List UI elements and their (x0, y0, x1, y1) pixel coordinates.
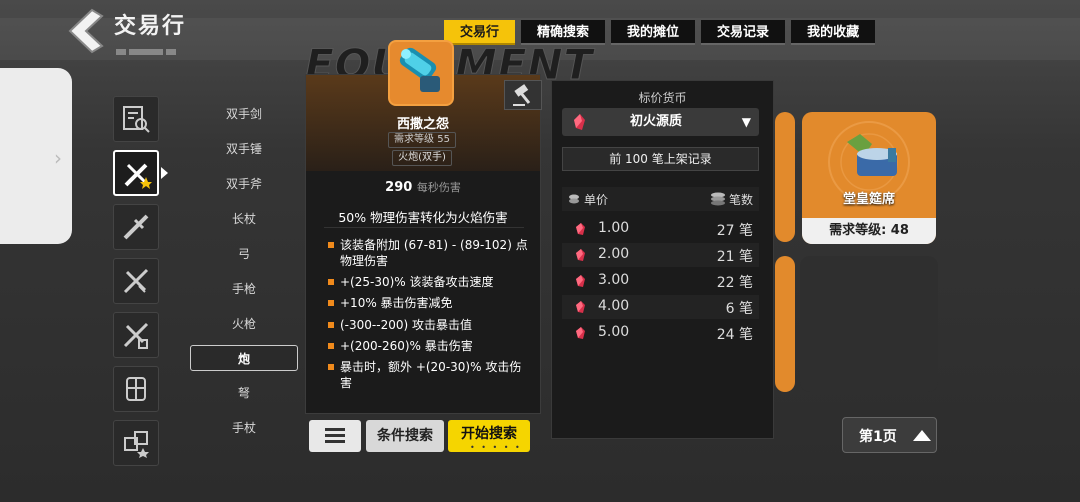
back-button[interactable] (62, 6, 106, 56)
item-required-level: 需求等级 55 (388, 132, 456, 148)
item-card-partial[interactable] (775, 112, 795, 242)
price-row[interactable]: 3.00 22 笔 (562, 269, 759, 293)
price-row[interactable]: 2.00 21 笔 (562, 243, 759, 267)
ember-gem-icon (576, 327, 585, 339)
coin-stack-icon (569, 194, 579, 204)
menu-button[interactable] (309, 420, 361, 452)
row-count: 24 笔 (716, 327, 753, 343)
category-two-handed-weapon-icon[interactable] (113, 150, 159, 196)
damage-conversion: 50% 物理伤害转化为火焰伤害 (338, 210, 508, 225)
category-search-icon[interactable] (113, 96, 159, 142)
item-dps: 290 每秒伤害 (306, 179, 540, 195)
page-selector-button[interactable]: 第1页 (842, 417, 937, 453)
weapon-type-wand[interactable]: 手杖 (190, 415, 298, 441)
row-count: 6 笔 (725, 301, 753, 317)
affix-line: 暴击时，额外 +(20-30)% 攻击伤害 (328, 359, 528, 391)
active-category-pointer (161, 167, 168, 179)
category-ranged-weapon-icon[interactable] (113, 258, 159, 304)
affix-line: +(25-30)% 该装备攻击速度 (328, 274, 528, 290)
price-panel-title: 标价货币 (638, 91, 687, 105)
empty-item-slot (800, 256, 938, 392)
weapon-type-bow[interactable]: 弓 (190, 241, 298, 267)
category-one-handed-weapon-icon[interactable] (113, 204, 159, 250)
tab-trading[interactable]: 交易行 (444, 20, 516, 45)
item-thumbnail (388, 40, 454, 106)
affix-line: 该装备附加 (67-81) - (89-102) 点物理伤害 (328, 237, 528, 269)
top-tabs: 交易行 精确搜索 我的摊位 交易记录 我的收藏 (444, 20, 876, 45)
gavel-icon (513, 84, 531, 106)
item-card-partial[interactable] (775, 256, 795, 392)
ember-gem-icon (576, 249, 585, 261)
tab-my-stall[interactable]: 我的摊位 (611, 20, 696, 45)
card-required-level: 需求等级: 48 (802, 218, 936, 244)
row-price: 4.00 (598, 298, 630, 314)
page-label: 第1页 (859, 429, 897, 445)
dps-unit: 每秒伤害 (416, 181, 461, 194)
item-name: 西撒之怨 (396, 117, 449, 132)
price-panel: 标价货币 初火源质 ▼ 前 100 笔上架记录 单价 笔数 1.00 27 笔 … (551, 80, 774, 439)
page-title: 交易行 (114, 14, 187, 39)
tooltip-divider (324, 227, 524, 228)
tab-trade-records[interactable]: 交易记录 (701, 20, 786, 45)
row-count: 27 笔 (716, 223, 753, 239)
ember-gem-icon (576, 223, 585, 235)
affix-line: +10% 暴击伤害减免 (328, 295, 528, 311)
tab-precise-search[interactable]: 精确搜索 (521, 20, 606, 45)
currency-label: 初火源质 (630, 114, 683, 129)
price-table-header: 单价 笔数 (562, 187, 759, 211)
expand-chevron-icon[interactable]: › (54, 146, 62, 170)
weapon-type-pistol[interactable]: 手枪 (190, 276, 298, 302)
price-row[interactable]: 4.00 6 笔 (562, 295, 759, 319)
item-tooltip: 西撒之怨 需求等级 55 火炮(双手) 290 每秒伤害 50% 物理伤害转化为… (305, 74, 541, 414)
row-count: 22 笔 (716, 275, 753, 291)
ember-gem-icon (576, 301, 585, 313)
weapon-type-two-handed-axe[interactable]: 双手斧 (190, 171, 298, 197)
page-up-triangle-icon (913, 430, 931, 441)
dropdown-caret-icon: ▼ (741, 115, 751, 129)
category-accessory-icon[interactable] (113, 420, 159, 466)
hamburger-icon (325, 428, 345, 443)
row-count: 21 笔 (716, 249, 753, 265)
row-price: 1.00 (598, 220, 630, 236)
price-row[interactable]: 1.00 27 笔 (562, 217, 759, 241)
category-offhand-icon[interactable] (113, 312, 159, 358)
weapon-type-two-handed-sword[interactable]: 双手剑 (190, 101, 298, 127)
weapon-type-staff[interactable]: 长杖 (190, 206, 298, 232)
auction-hammer-button[interactable] (504, 80, 542, 110)
row-price: 2.00 (598, 246, 630, 262)
recent-listings-button[interactable]: 前 100 笔上架记录 (562, 147, 759, 171)
item-type: 火炮(双手) (392, 150, 452, 166)
currency-dropdown[interactable]: 初火源质 ▼ (562, 108, 759, 136)
column-listing-count: 笔数 (728, 193, 753, 207)
back-arrow-icon (68, 8, 104, 54)
item-card[interactable]: 堂皇筵席 需求等级: 48 (802, 112, 936, 244)
affix-line: (-300--200) 攻击暴击值 (328, 317, 528, 333)
weapon-type-cannon[interactable]: 炮 (190, 345, 298, 371)
row-price: 3.00 (598, 272, 630, 288)
card-item-name: 堂皇筵席 (842, 192, 895, 207)
dps-value: 290 (385, 180, 413, 195)
weapon-type-two-handed-hammer[interactable]: 双手锤 (190, 136, 298, 162)
search-button-dots: • • • • • (470, 443, 522, 452)
ember-gem-icon (576, 275, 585, 287)
price-row[interactable]: 5.00 24 笔 (562, 321, 759, 345)
weapon-type-musket[interactable]: 火枪 (190, 311, 298, 337)
category-armor-icon[interactable] (113, 366, 159, 412)
tab-favorites[interactable]: 我的收藏 (791, 20, 876, 45)
column-unit-price: 单价 (584, 193, 609, 207)
filter-search-button[interactable]: 条件搜索 (366, 420, 444, 452)
ember-gem-icon (574, 114, 585, 130)
weapon-type-crossbow[interactable]: 弩 (190, 380, 298, 406)
affix-line: +(200-260)% 暴击伤害 (328, 338, 528, 354)
cannon-icon (399, 47, 440, 92)
stack-icon (711, 192, 725, 206)
title-decoration (116, 40, 196, 55)
row-price: 5.00 (598, 324, 630, 340)
